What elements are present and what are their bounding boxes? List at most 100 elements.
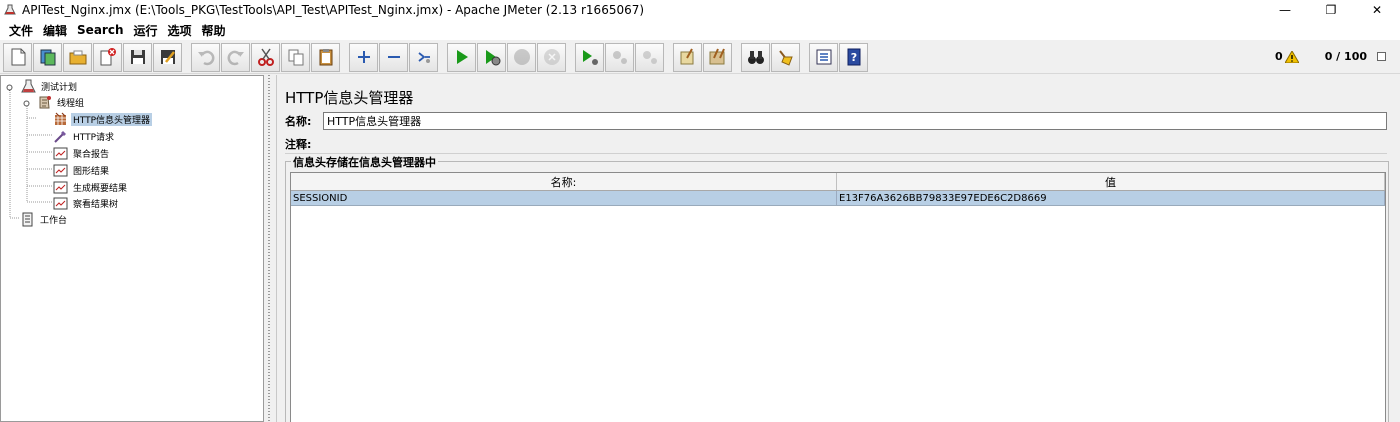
tree-node-thread-group[interactable]: 线程组 (37, 94, 86, 110)
listener-icon (53, 181, 68, 193)
stop-icon (513, 49, 530, 65)
svg-text:?: ? (850, 51, 856, 64)
remote-shutdown-icon (642, 51, 657, 64)
headers-table[interactable]: 名称: 值 SESSIONID E13F76A3626BB79833E97EDE… (290, 172, 1386, 422)
copy-button[interactable] (281, 42, 310, 72)
column-header-name[interactable]: 名称: (291, 173, 837, 190)
form-divider (285, 153, 1387, 154)
redo-icon (227, 50, 244, 66)
menu-help[interactable]: 帮助 (197, 22, 231, 39)
tree-node-label: HTTP信息头管理器 (71, 112, 153, 126)
new-button[interactable] (3, 42, 32, 72)
tree-node-workbench[interactable]: 工作台 (20, 211, 69, 227)
header-name-cell[interactable]: SESSIONID (291, 191, 837, 205)
help-button[interactable]: ? (839, 42, 868, 72)
maximize-button[interactable]: ❐ (1308, 0, 1354, 20)
tree-node-http-request[interactable]: HTTP请求 (53, 128, 116, 144)
toggle-button[interactable] (409, 42, 438, 72)
remote-shutdown-button[interactable] (635, 42, 664, 72)
test-plan-tree[interactable]: 测试计划 线程组 HTTP信息头管理器 HTTP请求 聚合报告 图形结果 生成概… (0, 75, 264, 422)
tree-node-label: 测试计划 (41, 82, 78, 93)
start-no-pauses-button[interactable] (477, 42, 506, 72)
broom-icon (680, 48, 693, 65)
paste-button[interactable] (311, 42, 340, 72)
open-button[interactable] (63, 42, 92, 72)
comment-label: 注释: (285, 138, 312, 151)
expand-all-button[interactable] (349, 42, 378, 72)
thread-group-icon (39, 95, 51, 108)
close-file-icon (100, 48, 116, 66)
table-header: 名称: 值 (291, 173, 1385, 191)
tree-node-view-results-tree[interactable]: 察看结果树 (53, 195, 120, 211)
clear-button[interactable] (673, 42, 702, 72)
column-header-value[interactable]: 值 (837, 173, 1385, 190)
menu-options[interactable]: 选项 (163, 22, 197, 39)
remote-start-icon (582, 50, 598, 65)
expand-handle-test-plan[interactable] (6, 84, 13, 91)
search-button[interactable] (741, 42, 770, 72)
help-icon: ? (847, 48, 860, 66)
tree-node-label: 图形结果 (73, 166, 110, 177)
comment-input[interactable] (323, 136, 1387, 152)
tree-node-graph-results[interactable]: 图形结果 (53, 162, 111, 178)
jmeter-app-icon (4, 4, 16, 15)
name-row: 名称: (285, 112, 1387, 130)
tree-node-label: HTTP请求 (73, 132, 115, 143)
tree-node-summary-results[interactable]: 生成概要结果 (53, 179, 129, 195)
save-as-button[interactable] (153, 42, 182, 72)
listener-icon (53, 164, 68, 176)
table-row[interactable]: SESSIONID E13F76A3626BB79833E97EDE6C2D86… (291, 191, 1385, 206)
shutdown-button[interactable] (537, 42, 566, 72)
menu-search[interactable]: Search (72, 23, 128, 37)
tree-node-aggregate-report[interactable]: 聚合报告 (53, 145, 111, 161)
listener-icon (53, 197, 68, 209)
function-helper-button[interactable] (809, 42, 838, 72)
listener-icon (53, 147, 68, 159)
close-button[interactable]: ✕ (1354, 0, 1400, 20)
tree-node-http-header-manager[interactable]: HTTP信息头管理器 (53, 111, 153, 127)
minimize-button[interactable]: — (1262, 0, 1308, 20)
menu-edit[interactable]: 编辑 (38, 22, 72, 39)
header-value-cell[interactable]: E13F76A3626BB79833E97EDE6C2D8669 (837, 191, 1385, 205)
tree-node-label: 生成概要结果 (73, 183, 128, 194)
workbench-icon (22, 212, 33, 226)
window-title: APITest_Nginx.jmx (E:\Tools_PKG\TestTool… (22, 3, 645, 17)
remote-stop-button[interactable] (605, 42, 634, 72)
warning-icon[interactable] (1284, 50, 1299, 63)
page-title: HTTP信息头管理器 (285, 89, 414, 107)
undo-button[interactable] (191, 42, 220, 72)
reset-search-button[interactable] (771, 42, 800, 72)
headers-groupbox: 信息头存储在信息头管理器中 名称: 值 SESSIONID E13F76A362… (285, 154, 1389, 422)
save-button[interactable] (123, 42, 152, 72)
run-indicator-box (1377, 52, 1386, 61)
http-sampler-icon (54, 130, 66, 143)
templates-button[interactable] (33, 42, 62, 72)
title-bar: APITest_Nginx.jmx (E:\Tools_PKG\TestTool… (0, 0, 1400, 20)
collapse-all-button[interactable] (379, 42, 408, 72)
start-button[interactable] (447, 42, 476, 72)
panel-splitter[interactable] (264, 75, 274, 422)
menu-file[interactable]: 文件 (4, 22, 38, 39)
expand-handle-thread-group[interactable] (23, 100, 30, 107)
tree-node-label: 察看结果树 (73, 199, 119, 210)
plus-icon (357, 51, 370, 63)
function-list-icon (816, 49, 831, 65)
toggle-icon (417, 52, 430, 63)
menu-run[interactable]: 运行 (128, 22, 162, 39)
tree-node-label: 工作台 (40, 215, 68, 226)
menu-bar: 文件 编辑 Search 运行 选项 帮助 (0, 20, 1400, 40)
cut-button[interactable] (251, 42, 280, 72)
shutdown-icon (543, 49, 560, 65)
save-as-icon (160, 50, 175, 64)
remote-start-button[interactable] (575, 42, 604, 72)
close-file-button[interactable] (93, 42, 122, 72)
minus-icon (387, 56, 400, 58)
tree-node-label: 聚合报告 (73, 149, 110, 160)
tree-node-test-plan[interactable]: 测试计划 (21, 78, 79, 94)
name-input[interactable] (323, 112, 1387, 130)
reset-search-icon (778, 50, 793, 66)
open-folder-icon (69, 50, 86, 65)
stop-button[interactable] (507, 42, 536, 72)
clear-all-button[interactable] (703, 42, 732, 72)
redo-button[interactable] (221, 42, 250, 72)
